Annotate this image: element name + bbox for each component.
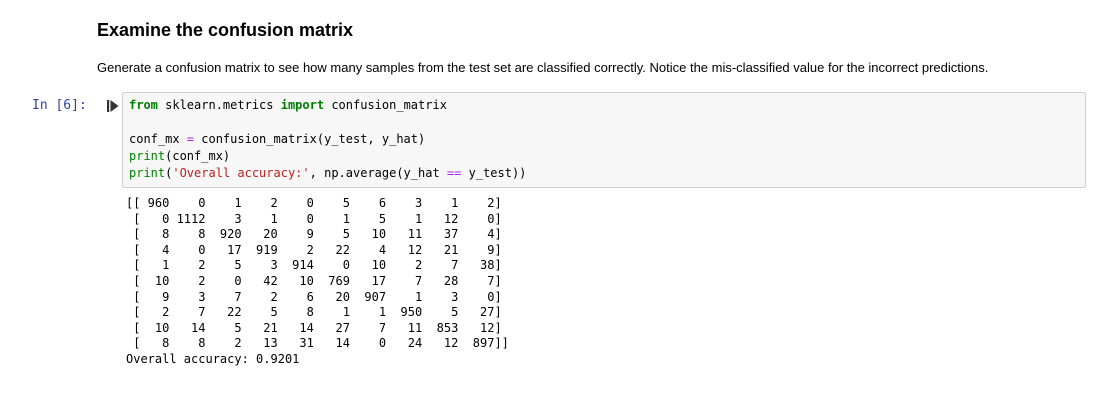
code-operator: == [446, 166, 462, 180]
code-keyword: import [280, 98, 325, 112]
code-text: (conf_mx) [165, 149, 231, 163]
code-string: 'Overall accuracy:' [172, 166, 310, 180]
section-description: Generate a confusion matrix to see how m… [97, 60, 989, 75]
code-editor[interactable]: from sklearn.metrics import confusion_ma… [129, 97, 526, 182]
code-text: , np.average(y_hat [309, 166, 447, 180]
code-text: confusion_matrix(y_test, y_hat) [194, 132, 426, 146]
code-text: conf_mx [129, 132, 187, 146]
cell-output: [[ 960 0 1 2 0 5 6 3 1 2] [ 0 1112 3 1 0… [126, 196, 509, 368]
run-cell-icon[interactable] [106, 99, 120, 113]
code-cell-input[interactable]: from sklearn.metrics import confusion_ma… [122, 92, 1086, 188]
markdown-cell: Examine the confusion matrix Generate a … [97, 18, 1077, 76]
code-keyword: from [129, 98, 158, 112]
code-builtin: print [129, 149, 166, 163]
code-text: sklearn.metrics [157, 98, 281, 112]
section-heading: Examine the confusion matrix [97, 20, 354, 40]
cell-prompt: In [6]: [32, 98, 87, 113]
accuracy-output: Overall accuracy: 0.9201 [126, 351, 300, 366]
code-text: y_test)) [461, 166, 527, 180]
confusion-matrix-output: [[ 960 0 1 2 0 5 6 3 1 2] [ 0 1112 3 1 0… [126, 196, 509, 351]
code-text: confusion_matrix [324, 98, 447, 112]
code-builtin: print [129, 166, 166, 180]
code-operator: = [186, 132, 195, 146]
